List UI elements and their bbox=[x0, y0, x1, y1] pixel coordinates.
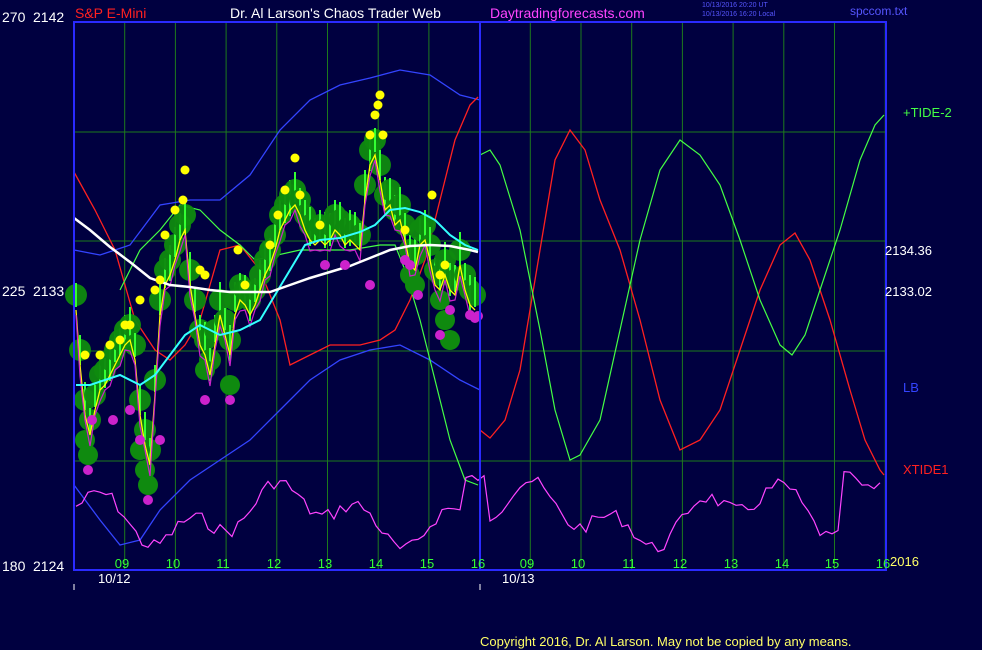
high-marker-16 bbox=[240, 280, 250, 290]
x-tick-14: 15 bbox=[825, 556, 839, 571]
low-marker-15 bbox=[435, 330, 445, 340]
right-label-xtide1: XTIDE1 bbox=[903, 462, 949, 477]
high-marker-14 bbox=[200, 270, 210, 280]
high-marker-26 bbox=[375, 90, 385, 100]
high-marker-17 bbox=[265, 240, 275, 250]
high-marker-25 bbox=[373, 100, 383, 110]
high-marker-6 bbox=[135, 295, 145, 305]
x-tick-2: 11 bbox=[216, 556, 230, 571]
x-tick-11: 12 bbox=[673, 556, 687, 571]
low-marker-1 bbox=[87, 415, 97, 425]
high-marker-22 bbox=[315, 220, 325, 230]
low-marker-9 bbox=[320, 260, 330, 270]
chart: 270 2142 225 2133 180 2124 S&P E-Mini Dr… bbox=[0, 0, 982, 650]
right-label-tide2: +TIDE-2 bbox=[903, 105, 952, 120]
left-axis-price-top: 2142 bbox=[33, 9, 64, 25]
bar-glow-extra-1 bbox=[78, 445, 98, 465]
x-tick-0: 09 bbox=[115, 556, 129, 571]
high-marker-23 bbox=[365, 130, 375, 140]
x-tick-10: 11 bbox=[622, 556, 636, 571]
x-tick-6: 15 bbox=[420, 556, 434, 571]
x-tick-15: 16 bbox=[876, 556, 890, 571]
x-tick-3: 12 bbox=[267, 556, 281, 571]
low-marker-6 bbox=[155, 435, 165, 445]
copyright: Copyright 2016, Dr. Al Larson. May not b… bbox=[480, 634, 851, 649]
high-marker-28 bbox=[400, 225, 410, 235]
x-tick-12: 13 bbox=[724, 556, 738, 571]
x-tick-4: 13 bbox=[318, 556, 332, 571]
timestamp-utc: 10/13/2016 20:20 UT bbox=[702, 2, 768, 9]
low-marker-11 bbox=[365, 280, 375, 290]
x-tick-5: 14 bbox=[369, 556, 383, 571]
low-marker-19 bbox=[473, 311, 483, 321]
low-marker-7 bbox=[200, 395, 210, 405]
x-tick-13: 14 bbox=[775, 556, 789, 571]
right-label-price-low: 2133.02 bbox=[885, 284, 932, 299]
high-marker-9 bbox=[160, 230, 170, 240]
data-file-label: spccom.txt bbox=[850, 4, 908, 18]
high-marker-7 bbox=[150, 285, 160, 295]
x-tick-7: 16 bbox=[471, 556, 485, 571]
low-marker-2 bbox=[108, 415, 118, 425]
year-label: 2016 bbox=[890, 554, 919, 569]
x-tick-1: 10 bbox=[166, 556, 180, 571]
high-marker-1 bbox=[95, 350, 105, 360]
high-marker-11 bbox=[178, 195, 188, 205]
high-marker-31 bbox=[440, 260, 450, 270]
left-axis-index-bottom: 180 bbox=[2, 558, 26, 574]
high-marker-29 bbox=[427, 190, 437, 200]
site-title: Dr. Al Larson's Chaos Trader Web bbox=[230, 5, 441, 21]
high-marker-19 bbox=[280, 185, 290, 195]
low-marker-0 bbox=[83, 465, 93, 475]
high-marker-24 bbox=[370, 110, 380, 120]
high-marker-5 bbox=[125, 320, 135, 330]
high-marker-27 bbox=[378, 130, 388, 140]
low-marker-14 bbox=[413, 290, 423, 300]
low-marker-16 bbox=[445, 305, 455, 315]
left-axis-price-mid: 2133 bbox=[33, 283, 64, 299]
low-marker-8 bbox=[225, 395, 235, 405]
x-tick-8: 09 bbox=[520, 556, 534, 571]
high-marker-12 bbox=[180, 165, 190, 175]
bar-glow-extra-6 bbox=[220, 375, 240, 395]
instrument-label: S&P E-Mini bbox=[75, 5, 146, 21]
high-marker-21 bbox=[295, 190, 305, 200]
site-url: Daytradingforecasts.com bbox=[490, 5, 645, 21]
high-marker-2 bbox=[105, 340, 115, 350]
high-marker-30 bbox=[435, 270, 445, 280]
high-marker-8 bbox=[155, 275, 165, 285]
right-label-price-high: 2134.36 bbox=[885, 243, 932, 258]
high-marker-18 bbox=[273, 210, 283, 220]
low-marker-10 bbox=[340, 260, 350, 270]
low-marker-13 bbox=[405, 260, 415, 270]
high-marker-20 bbox=[290, 153, 300, 163]
timestamp-local: 10/13/2016 16:20 Local bbox=[702, 11, 776, 18]
bar-glow-extra-4 bbox=[138, 475, 158, 495]
left-axis-index-top: 270 bbox=[2, 9, 26, 25]
right-label-lb: LB bbox=[903, 380, 919, 395]
date-label-1: 10/12 bbox=[98, 571, 131, 586]
low-marker-5 bbox=[143, 495, 153, 505]
left-axis-price-bottom: 2124 bbox=[33, 558, 64, 574]
left-axis-index-mid: 225 bbox=[2, 283, 26, 299]
high-marker-10 bbox=[170, 205, 180, 215]
low-marker-4 bbox=[135, 435, 145, 445]
high-marker-3 bbox=[115, 335, 125, 345]
date-label-2: 10/13 bbox=[502, 571, 535, 586]
high-marker-15 bbox=[233, 245, 243, 255]
high-marker-0 bbox=[80, 350, 90, 360]
x-tick-9: 10 bbox=[571, 556, 585, 571]
low-marker-3 bbox=[125, 405, 135, 415]
